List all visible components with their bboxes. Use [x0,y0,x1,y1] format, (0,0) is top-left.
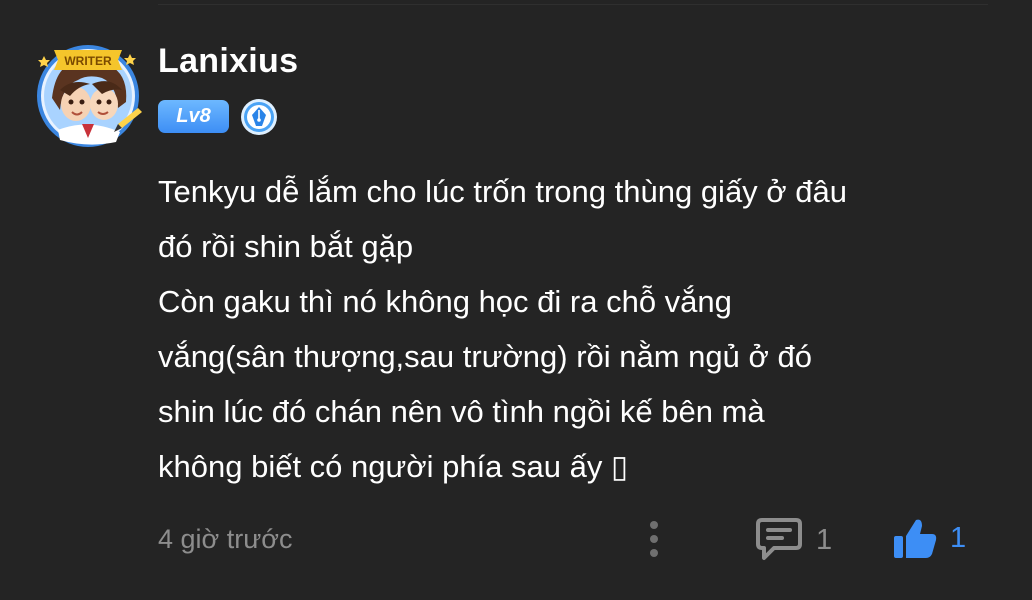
thumbs-up-icon [894,519,937,558]
pen-nib-icon [240,98,278,136]
like-count: 1 [950,522,967,554]
comment-body: Tenkyu dễ lắm cho lúc trốn trong thùng g… [158,164,1018,494]
comment-line: vắng(sân thượng,sau trường) rồi nằm ngủ … [158,339,812,374]
comment-line: đó rồi shin bắt gặp [158,229,414,264]
comment-line: Còn gaku thì nó không học đi ra chỗ vắng [158,284,732,319]
timestamp: 4 giờ trước [158,524,293,554]
avatar-badge-text: WRITER [64,54,112,68]
avatar[interactable]: WRITER [32,38,144,150]
more-vertical-icon [650,521,658,557]
comment-line: Tenkyu dễ lắm cho lúc trốn trong thùng g… [158,174,847,209]
level-badge: Lv8 [158,100,229,133]
divider [158,4,988,5]
like-button[interactable]: 1 [890,514,980,564]
comment-line: shin lúc đó chán nên vô tình ngồi kế bên… [158,394,765,429]
reply-count: 1 [816,524,833,556]
more-options-button[interactable] [636,518,672,562]
username[interactable]: Lanixius [158,42,298,81]
comment-bubble-icon [756,518,802,560]
comment-line: không biết có người phía sau ấy ▯ [158,449,629,484]
reply-button[interactable]: 1 [754,516,844,564]
